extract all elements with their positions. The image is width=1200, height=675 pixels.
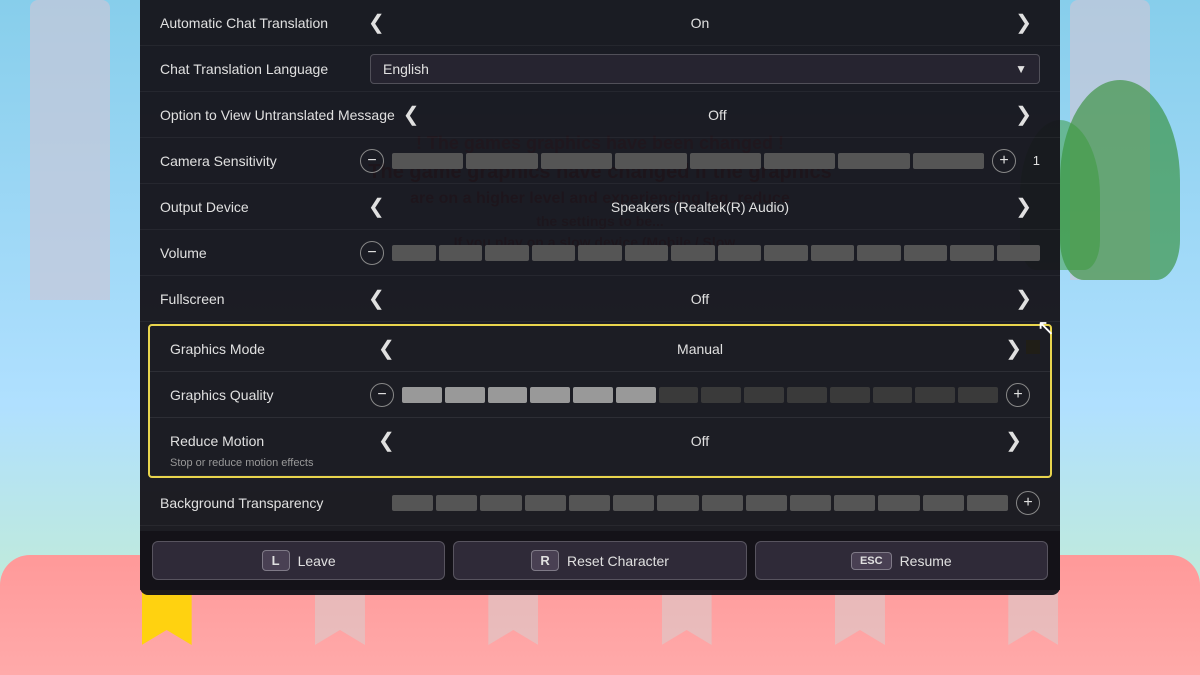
- reset-key: R: [531, 550, 559, 571]
- resume-key: ESC: [851, 552, 892, 570]
- arrow-control-untranslated: ❮ Off ❯: [395, 98, 1040, 131]
- track-camera: [392, 151, 984, 171]
- row-camera-sensitivity: Camera Sensitivity − + 1: [140, 138, 1060, 184]
- arrow-left-graphics-mode[interactable]: ❮: [370, 332, 403, 365]
- label-camera-sensitivity: Camera Sensitivity: [160, 153, 360, 169]
- label-graphics-mode: Graphics Mode: [170, 341, 370, 357]
- bg-column-left: [30, 0, 110, 300]
- arrow-control-graphics-mode: ❮ Manual ❯: [370, 332, 1030, 365]
- row-auto-chat-translation: Automatic Chat Translation ❮ On ❯: [140, 0, 1060, 46]
- value-graphics-mode: Manual: [403, 341, 997, 357]
- row-output-device: Output Device ❮ Speakers (Realtek(R) Aud…: [140, 184, 1060, 230]
- row-reduce-motion: Reduce Motion ❮ Off ❯ Stop or reduce mot…: [150, 418, 1050, 476]
- row-untranslated: Option to View Untranslated Message ❮ Of…: [140, 92, 1060, 138]
- bottom-buttons: L Leave R Reset Character ESC Resume: [140, 531, 1060, 590]
- plus-bg[interactable]: +: [1016, 491, 1040, 515]
- label-bg-transparency: Background Transparency: [160, 495, 360, 511]
- sub-label-reduce-motion: Stop or reduce motion effects: [170, 457, 370, 469]
- arrow-control-output: ❮ Speakers (Realtek(R) Audio) ❯: [360, 190, 1040, 223]
- label-output-device: Output Device: [160, 199, 360, 215]
- leave-button[interactable]: L Leave: [152, 541, 445, 580]
- arrow-right-fullscreen[interactable]: ❯: [1007, 282, 1040, 315]
- arrow-right-auto-chat[interactable]: ❯: [1007, 6, 1040, 39]
- leave-key: L: [262, 550, 290, 571]
- label-untranslated: Option to View Untranslated Message: [160, 107, 395, 123]
- value-fullscreen: Off: [393, 291, 1007, 307]
- value-reduce-motion: Off: [403, 433, 997, 449]
- arrow-right-output[interactable]: ❯: [1007, 190, 1040, 223]
- track-graphics: [402, 385, 998, 405]
- highlighted-section: Graphics Mode ❮ Manual ❯ Graphics Qualit…: [148, 324, 1052, 478]
- arrow-control-fullscreen: ❮ Off ❯: [360, 282, 1040, 315]
- dropdown-chat-language[interactable]: English ▼: [370, 54, 1040, 84]
- resume-label: Resume: [900, 553, 952, 569]
- minus-graphics[interactable]: −: [370, 383, 394, 407]
- row-graphics-quality: Graphics Quality − +: [150, 372, 1050, 418]
- settings-panel: Automatic Chat Translation ❮ On ❯ Chat T…: [140, 0, 1060, 595]
- leave-label: Leave: [298, 553, 336, 569]
- minus-volume[interactable]: −: [360, 241, 384, 265]
- arrow-left-output[interactable]: ❮: [360, 190, 393, 223]
- reset-button[interactable]: R Reset Character: [453, 541, 746, 580]
- plus-graphics[interactable]: +: [1006, 383, 1030, 407]
- label-graphics-quality: Graphics Quality: [170, 387, 370, 403]
- arrow-left-fullscreen[interactable]: ❮: [360, 282, 393, 315]
- slider-graphics-quality: − +: [370, 383, 1030, 407]
- label-auto-chat-translation: Automatic Chat Translation: [160, 15, 360, 31]
- row-graphics-mode: Graphics Mode ❮ Manual ❯: [150, 326, 1050, 372]
- row-volume: Volume −: [140, 230, 1060, 276]
- label-reduce-motion: Reduce Motion: [170, 433, 370, 449]
- arrow-left-reduce-motion[interactable]: ❮: [370, 424, 403, 457]
- track-volume: [392, 243, 1040, 263]
- arrow-control-auto-chat: ❮ On ❯: [360, 6, 1040, 39]
- label-chat-language: Chat Translation Language: [160, 61, 360, 77]
- row-chat-language: Chat Translation Language English ▼: [140, 46, 1060, 92]
- arrow-right-untranslated[interactable]: ❯: [1007, 98, 1040, 131]
- arrow-left-untranslated[interactable]: ❮: [395, 98, 428, 131]
- reset-label: Reset Character: [567, 553, 669, 569]
- minus-camera[interactable]: −: [360, 149, 384, 173]
- slider-camera-sensitivity: − + 1: [360, 149, 1040, 173]
- resume-button[interactable]: ESC Resume: [755, 541, 1048, 580]
- label-volume: Volume: [160, 245, 360, 261]
- row-bg-transparency: Background Transparency +: [140, 480, 1060, 526]
- plus-camera[interactable]: +: [992, 149, 1016, 173]
- value-camera: 1: [1024, 153, 1040, 168]
- slider-bg-transparency: +: [360, 491, 1040, 515]
- track-bg: [392, 493, 1008, 513]
- cursor-icon: ↖: [1037, 315, 1055, 341]
- value-untranslated: Off: [428, 107, 1008, 123]
- arrow-right-reduce-motion[interactable]: ❯: [997, 424, 1030, 457]
- arrow-right-graphics-mode[interactable]: ❯: [997, 332, 1030, 365]
- value-auto-chat: On: [393, 15, 1007, 31]
- dropdown-value-chat-language: English: [383, 61, 429, 77]
- arrow-control-reduce-motion: ❮ Off ❯: [370, 424, 1030, 457]
- slider-volume: −: [360, 241, 1040, 265]
- arrow-left-auto-chat[interactable]: ❮: [360, 6, 393, 39]
- row-fullscreen: Fullscreen ❮ Off ❯: [140, 276, 1060, 322]
- label-fullscreen: Fullscreen: [160, 291, 360, 307]
- value-output: Speakers (Realtek(R) Audio): [393, 199, 1007, 215]
- dropdown-arrow-icon: ▼: [1015, 62, 1027, 76]
